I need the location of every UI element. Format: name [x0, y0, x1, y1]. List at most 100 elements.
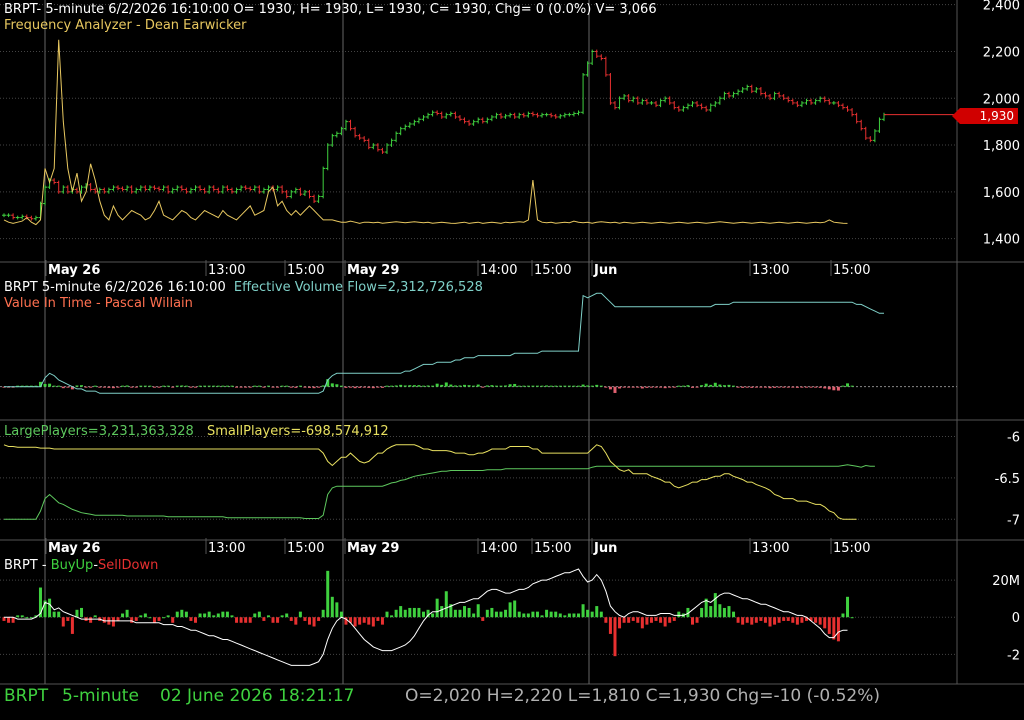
- buysell-bar-44: [203, 613, 207, 618]
- value-in-time-bar-135: [618, 386, 622, 389]
- players-tick-1: -6.5: [995, 472, 1020, 487]
- buysell-bar-121: [554, 611, 558, 618]
- value-in-time-bar-11: [52, 385, 56, 387]
- value-in-time-bar-20: [93, 385, 97, 387]
- value-in-time-bar-109: [499, 385, 503, 387]
- value-in-time-bar-79: [362, 386, 366, 388]
- value-in-time-bar-48: [221, 385, 225, 387]
- date-label-top-3: May 29: [347, 263, 399, 278]
- value-in-time-bar-121: [554, 385, 558, 387]
- value-in-time-bar-175: [800, 386, 804, 388]
- buysell-bar-19: [89, 617, 93, 623]
- buysell-bar-29: [134, 617, 138, 621]
- value-in-time-bar-73: [335, 384, 339, 387]
- value-in-time-bar-95: [435, 383, 439, 387]
- value-in-time-bar-155: [709, 384, 713, 387]
- buysell-bar-89: [408, 607, 412, 618]
- buysell-bar-82: [376, 617, 380, 621]
- buysell-bar-151: [690, 617, 694, 625]
- value-in-time-bar-124: [567, 385, 571, 387]
- buysell-bar-24: [111, 617, 115, 627]
- value-in-time-bar-115: [526, 385, 530, 387]
- value-in-time-bar-59: [271, 386, 275, 388]
- buysell-bar-43: [198, 613, 202, 618]
- buysell-bar-20: [93, 615, 97, 618]
- date-label-bottom-8: 15:00: [833, 541, 870, 556]
- players-tick-2: -7: [1007, 513, 1020, 528]
- buysell-bar-152: [695, 617, 699, 623]
- buysell-bar-26: [121, 613, 125, 618]
- buysell-bar-136: [622, 617, 626, 623]
- value-in-time-bar-165: [754, 386, 758, 388]
- frequency-analyzer-line: [3, 39, 848, 226]
- value-in-time-bar-149: [681, 385, 685, 387]
- buysell-bar-124: [567, 613, 571, 618]
- value-in-time-bar-25: [116, 386, 120, 388]
- buysell-bar-134: [613, 617, 617, 657]
- buysell-bar-73: [335, 602, 339, 618]
- value-in-time-bar-117: [535, 385, 539, 387]
- value-in-time-bar-41: [189, 386, 193, 388]
- value-in-time-bar-161: [736, 386, 740, 388]
- buysell-bar-140: [640, 617, 644, 629]
- price-panel-header: BRPT- 5-minute 6/2/2026 16:10:00 O= 1930…: [4, 2, 657, 17]
- value-in-time-bar-127: [581, 384, 585, 387]
- buysell-bar-86: [394, 609, 398, 618]
- buysell-bar-119: [545, 609, 549, 618]
- value-in-time-bar-174: [795, 386, 799, 388]
- buysell-bar-157: [718, 604, 722, 618]
- date-label-bottom-1: 13:00: [208, 541, 245, 556]
- buysell-bar-63: [289, 617, 293, 621]
- value-in-time-bar-118: [540, 385, 544, 387]
- value-in-time-label: Value In Time - Pascal Willain: [4, 296, 193, 311]
- buysell-bar-78: [358, 617, 362, 625]
- value-in-time-bar-94: [431, 385, 435, 387]
- buysell-bar-40: [184, 611, 188, 618]
- buysell-bar-85: [390, 615, 394, 618]
- buysell-bar-174: [795, 617, 799, 625]
- date-label-top-7: 13:00: [752, 263, 789, 278]
- frequency-analyzer-label: Frequency Analyzer - Dean Earwicker: [4, 18, 247, 33]
- value-in-time-bar-57: [262, 386, 266, 388]
- buysell-bar-46: [212, 615, 216, 618]
- buysell-bar-83: [380, 617, 384, 625]
- buysell-bar-100: [458, 609, 462, 618]
- buysell-bar-153: [700, 607, 704, 618]
- buysell-bar-12: [57, 611, 61, 618]
- value-in-time-bar-134: [613, 386, 617, 393]
- buysell-bar-185: [846, 596, 850, 618]
- buysell-bar-5: [25, 617, 29, 619]
- value-in-time-bar-21: [98, 386, 102, 388]
- value-in-time-bar-98: [449, 384, 453, 387]
- value-in-time-bar-154: [704, 383, 708, 387]
- value-in-time-bar-173: [791, 386, 795, 388]
- buysell-bar-25: [116, 617, 120, 621]
- value-in-time-bar-105: [481, 386, 485, 388]
- value-in-time-bar-76: [349, 386, 353, 388]
- value-in-time-bar-52: [239, 386, 243, 388]
- buysell-bar-111: [508, 602, 512, 618]
- date-label-bottom-5: 15:00: [534, 541, 571, 556]
- value-in-time-bar-91: [417, 385, 421, 387]
- value-in-time-bar-29: [134, 386, 138, 388]
- buysell-bar-72: [330, 596, 334, 618]
- value-in-time-bar-162: [741, 386, 745, 388]
- value-in-time-bar-138: [631, 386, 635, 388]
- value-in-time-bar-9: [43, 383, 47, 387]
- date-label-top-2: 15:00: [287, 263, 324, 278]
- buysell-bar-32: [148, 617, 152, 619]
- buysell-bar-53: [244, 617, 248, 623]
- buysell-bar-145: [663, 617, 667, 627]
- buysell-bar-158: [722, 607, 726, 618]
- value-in-time-bar-89: [408, 385, 412, 387]
- buysell-bar-162: [741, 617, 745, 625]
- buysell-bar-101: [463, 606, 467, 618]
- buysell-bar-67: [307, 617, 311, 625]
- value-in-time-bar-80: [367, 386, 371, 388]
- value-in-time-bar-34: [157, 386, 161, 388]
- footer-datetime: 02 June 2026 18:21:17: [160, 686, 355, 706]
- price-tick-1: 1,600: [983, 186, 1020, 201]
- buysell-bar-138: [631, 617, 635, 621]
- buysell-bar-36: [166, 615, 170, 618]
- buyup-selldown-label: BRPT - BuyUp-SellDown: [4, 558, 158, 573]
